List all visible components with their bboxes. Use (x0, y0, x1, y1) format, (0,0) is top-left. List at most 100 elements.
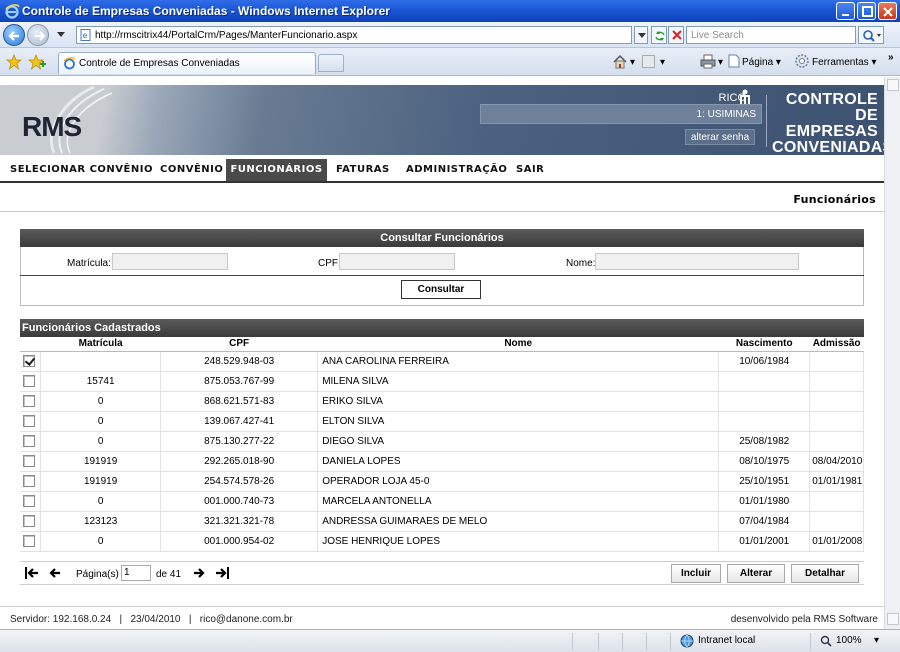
home-dropdown[interactable]: ▾ (630, 57, 635, 68)
tools-menu[interactable]: Ferramentas ▾ (812, 57, 877, 68)
table-row[interactable]: 15741 875.053.767-99 MILENA SILVA (20, 371, 864, 392)
address-dropdown-button[interactable] (634, 26, 648, 44)
search-button[interactable] (858, 26, 884, 44)
matricula-input[interactable] (112, 253, 228, 270)
alterar-button[interactable]: Alterar (727, 564, 785, 583)
close-button[interactable] (878, 2, 897, 20)
cell-nome: DIEGO SILVA (317, 431, 720, 452)
cell-matricula: 0 (40, 491, 162, 512)
table-row[interactable]: 0 001.000.954-02 JOSE HENRIQUE LOPES 01/01/… (20, 531, 864, 552)
print-icon[interactable] (700, 54, 716, 69)
row-checkbox-cell (20, 431, 42, 452)
feeds-dropdown[interactable]: ▾ (660, 57, 665, 68)
table-row[interactable]: 191919 292.265.018-90 DANIELA LOPES 08/10/1… (20, 451, 864, 472)
page-number-input[interactable]: 1 (121, 565, 151, 581)
zoom-dropdown[interactable]: ▾ (874, 635, 879, 646)
menu-convenio[interactable]: CONVÊNIO (156, 159, 227, 181)
toolbar-overflow-chevron-icon[interactable]: » (888, 52, 894, 63)
row-checkbox[interactable] (23, 395, 35, 407)
row-checkbox[interactable] (23, 435, 35, 447)
row-checkbox[interactable] (23, 355, 35, 367)
row-checkbox[interactable] (23, 535, 35, 547)
row-checkbox[interactable] (23, 495, 35, 507)
cell-matricula (40, 351, 162, 372)
table-row[interactable]: 248.529.948-03 ANA CAROLINA FERREIRA 10/06… (20, 351, 864, 372)
back-button[interactable] (3, 24, 25, 46)
nome-input[interactable] (595, 253, 799, 270)
maximize-icon (862, 6, 873, 17)
menu-selecionar-convenio[interactable]: SELECIONAR CONVÊNIO (6, 159, 157, 181)
col-nome[interactable]: Nome (317, 337, 719, 352)
menu-faturas[interactable]: FATURAS (332, 159, 394, 181)
menu-sair[interactable]: SAIR (512, 159, 548, 181)
cell-matricula: 0 (40, 531, 162, 552)
search-panel-title: Consultar Funcionários (20, 229, 864, 247)
incluir-button[interactable]: Incluir (671, 564, 721, 583)
page-menu-icon (728, 54, 740, 68)
add-favorites-icon[interactable] (28, 54, 46, 70)
cell-admissao (809, 511, 864, 532)
row-checkbox[interactable] (23, 515, 35, 527)
cell-nome: DANIELA LOPES (317, 451, 720, 472)
header-banner: RMS RICO 1: USIMINAS alterar senha CONTR… (0, 85, 884, 156)
col-cpf[interactable]: CPF (160, 337, 318, 352)
vertical-scrollbar[interactable] (884, 77, 900, 629)
zoom-level[interactable]: 100% (836, 635, 862, 646)
last-page-icon[interactable] (214, 566, 230, 580)
browser-tab-active[interactable]: Controle de Empresas Conveniadas (58, 52, 316, 74)
col-matricula[interactable]: Matrícula (40, 337, 161, 352)
scroll-up-button[interactable] (887, 79, 899, 91)
row-checkbox[interactable] (23, 475, 35, 487)
table-row[interactable]: 0 001.000.740-73 MARCELA ANTONELLA 01/01/19… (20, 491, 864, 512)
col-nascimento[interactable]: Nascimento (718, 337, 810, 352)
print-dropdown[interactable]: ▾ (718, 57, 723, 68)
feeds-icon[interactable] (642, 55, 656, 68)
cell-admissao (809, 371, 864, 392)
history-dropdown-icon[interactable] (57, 32, 65, 38)
cell-cpf: 248.529.948-03 (160, 351, 319, 372)
cell-matricula: 0 (40, 391, 162, 412)
cell-admissao (809, 431, 864, 452)
first-page-icon[interactable] (24, 566, 40, 580)
cell-nome: ANA CAROLINA FERREIRA (317, 351, 720, 372)
next-page-icon[interactable] (192, 566, 206, 580)
security-zone[interactable]: Intranet local (698, 635, 755, 646)
cpf-input[interactable] (339, 253, 455, 270)
menu-administracao[interactable]: ADMINISTRAÇÃO (402, 159, 511, 181)
table-row[interactable]: 0 868.621.571-83 ERIKO SILVA (20, 391, 864, 412)
page-label: Página(s) (76, 569, 119, 580)
search-input[interactable]: Live Search (686, 26, 856, 44)
favorites-star-icon[interactable] (6, 54, 22, 70)
new-tab-button[interactable] (318, 54, 344, 72)
cell-matricula: 191919 (40, 471, 162, 492)
menu-funcionarios[interactable]: FUNCIONÁRIOS (226, 159, 327, 181)
forward-button[interactable] (27, 24, 49, 46)
home-icon[interactable] (612, 54, 628, 69)
col-admissao[interactable]: Admissão (809, 337, 864, 352)
scroll-down-button[interactable] (887, 613, 899, 625)
maximize-button[interactable] (857, 2, 876, 20)
row-checkbox[interactable] (23, 455, 35, 467)
table-header-row: Matrícula CPF Nome Nascimento Admissão (20, 337, 864, 352)
page-menu[interactable]: Página ▾ (742, 57, 781, 68)
status-cell (670, 633, 671, 650)
table-row[interactable]: 0 139.067.427-41 ELTON SILVA (20, 411, 864, 432)
zoom-icon (820, 635, 832, 647)
minimize-button[interactable] (836, 2, 855, 20)
search-icon (863, 30, 881, 42)
table-row[interactable]: 123123 321.321.321-78 ANDRESSA GUIMARAES D… (20, 511, 864, 532)
address-field[interactable]: e http://rmscitrix44/PortalCrm/Pages/Man… (76, 26, 632, 44)
table-row[interactable]: 191919 254.574.578-26 OPERADOR LOJA 45-0 25… (20, 471, 864, 492)
row-checkbox[interactable] (23, 415, 35, 427)
detalhar-button[interactable]: Detalhar (791, 564, 859, 583)
address-toolbar: e http://rmscitrix44/PortalCrm/Pages/Man… (0, 22, 900, 48)
intranet-zone-icon (680, 634, 694, 648)
cell-admissao (809, 391, 864, 412)
row-checkbox[interactable] (23, 375, 35, 387)
refresh-button[interactable] (651, 26, 667, 44)
table-row[interactable]: 0 875.130.277-22 DIEGO SILVA 25/08/1982 (20, 431, 864, 452)
previous-page-icon[interactable] (48, 566, 62, 580)
consultar-button[interactable]: Consultar (401, 280, 481, 299)
stop-button[interactable] (668, 26, 684, 44)
change-password-button[interactable]: alterar senha (685, 129, 755, 145)
